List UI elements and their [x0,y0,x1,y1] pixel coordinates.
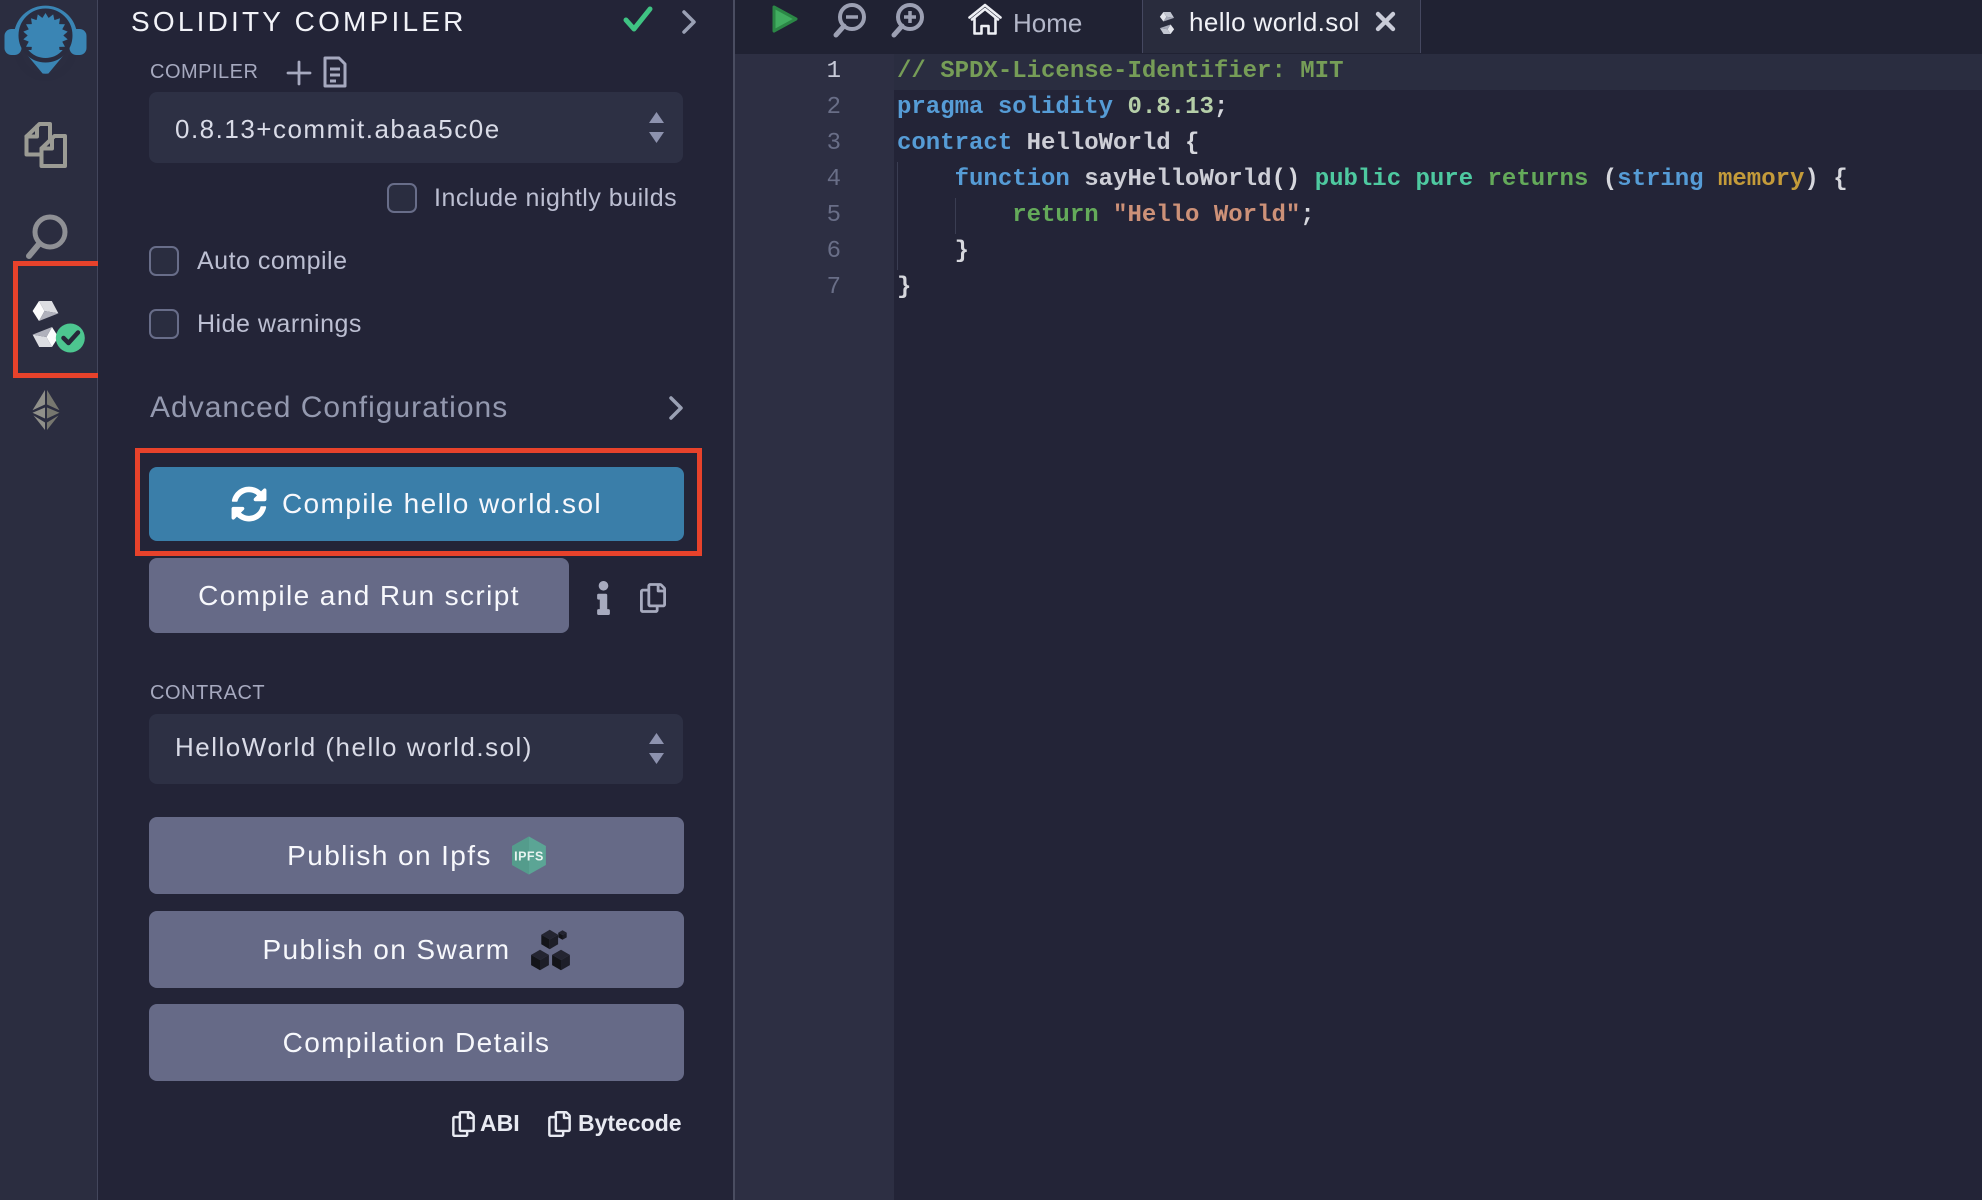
svg-text:IPFS: IPFS [514,850,544,864]
